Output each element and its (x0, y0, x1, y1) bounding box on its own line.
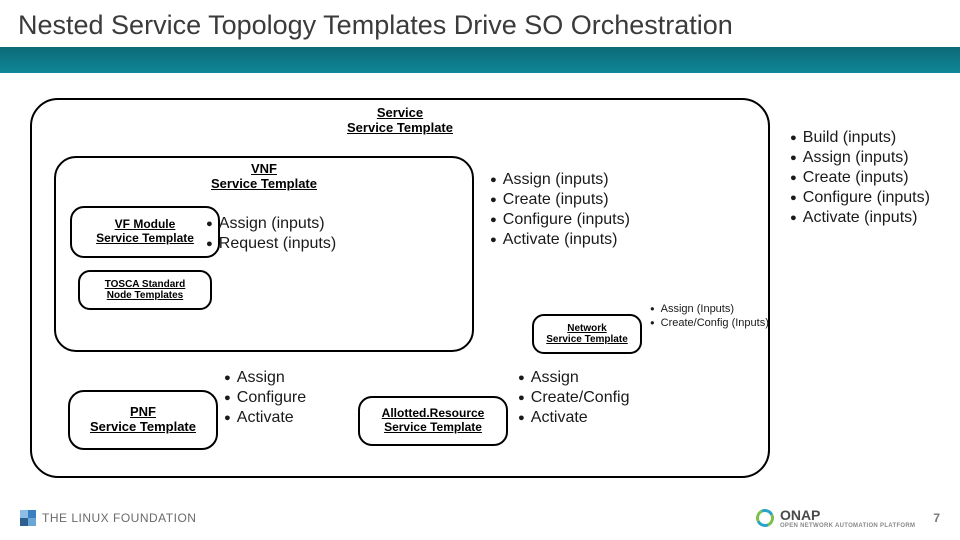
list-item: Configure (inputs) (790, 188, 930, 208)
diagram-stage: ServiceService Template VNFService Templ… (10, 80, 950, 500)
network-actions-list: Assign (Inputs) Create/Config (Inputs) (650, 302, 769, 331)
vnf-template-box: VNFService Template VF ModuleService Tem… (54, 156, 474, 352)
list-item: Assign (inputs) (490, 170, 630, 190)
onap-subtext: OPEN NETWORK AUTOMATION PLATFORM (780, 523, 915, 529)
list-item: Configure (224, 388, 306, 408)
allotted-actions-list: Assign Create/Config Activate (518, 368, 629, 428)
service-template-title: ServiceService Template (32, 106, 768, 136)
service-actions-list: Build (inputs) Assign (inputs) Create (i… (790, 128, 930, 228)
vf-module-actions-list: Assign (inputs) Request (inputs) (206, 214, 336, 254)
onap-logo: ONAP OPEN NETWORK AUTOMATION PLATFORM 7 (756, 507, 940, 529)
slide-footer: THE LINUX FOUNDATION ONAP OPEN NETWORK A… (0, 502, 960, 534)
list-item: Build (inputs) (790, 128, 930, 148)
network-template-box: NetworkService Template (532, 314, 642, 354)
list-item: Activate (inputs) (490, 230, 630, 250)
vnf-template-title: VNFService Template (56, 162, 472, 192)
list-item: Activate (inputs) (790, 208, 930, 228)
list-item: Activate (518, 408, 629, 428)
linux-foundation-text: THE LINUX FOUNDATION (42, 511, 196, 525)
vnf-actions-list: Assign (inputs) Create (inputs) Configur… (490, 170, 630, 250)
linux-foundation-icon (20, 510, 36, 526)
list-item: Assign (224, 368, 306, 388)
list-item: Assign (inputs) (206, 214, 336, 234)
service-template-box: ServiceService Template VNFService Templ… (30, 98, 770, 478)
list-item: Create (inputs) (790, 168, 930, 188)
list-item: Assign (inputs) (790, 148, 930, 168)
onap-text: ONAP (780, 507, 820, 523)
list-item: Assign (518, 368, 629, 388)
tosca-node-templates-box: TOSCA StandardNode Templates (78, 270, 212, 310)
list-item: Assign (Inputs) (650, 302, 769, 316)
pnf-actions-list: Assign Configure Activate (224, 368, 306, 428)
vf-module-template-box: VF ModuleService Template (70, 206, 220, 258)
list-item: Activate (224, 408, 306, 428)
pnf-template-box: PNFService Template (68, 390, 218, 450)
onap-icon (753, 506, 776, 529)
slide-title: Nested Service Topology Templates Drive … (0, 0, 960, 47)
list-item: Create/Config (Inputs) (650, 316, 769, 330)
linux-foundation-logo: THE LINUX FOUNDATION (20, 510, 196, 526)
page-number: 7 (933, 511, 940, 525)
title-underline-stripe (0, 47, 960, 73)
allotted-resource-template-box: Allotted.ResourceService Template (358, 396, 508, 446)
list-item: Create (inputs) (490, 190, 630, 210)
list-item: Request (inputs) (206, 234, 336, 254)
list-item: Create/Config (518, 388, 629, 408)
list-item: Configure (inputs) (490, 210, 630, 230)
